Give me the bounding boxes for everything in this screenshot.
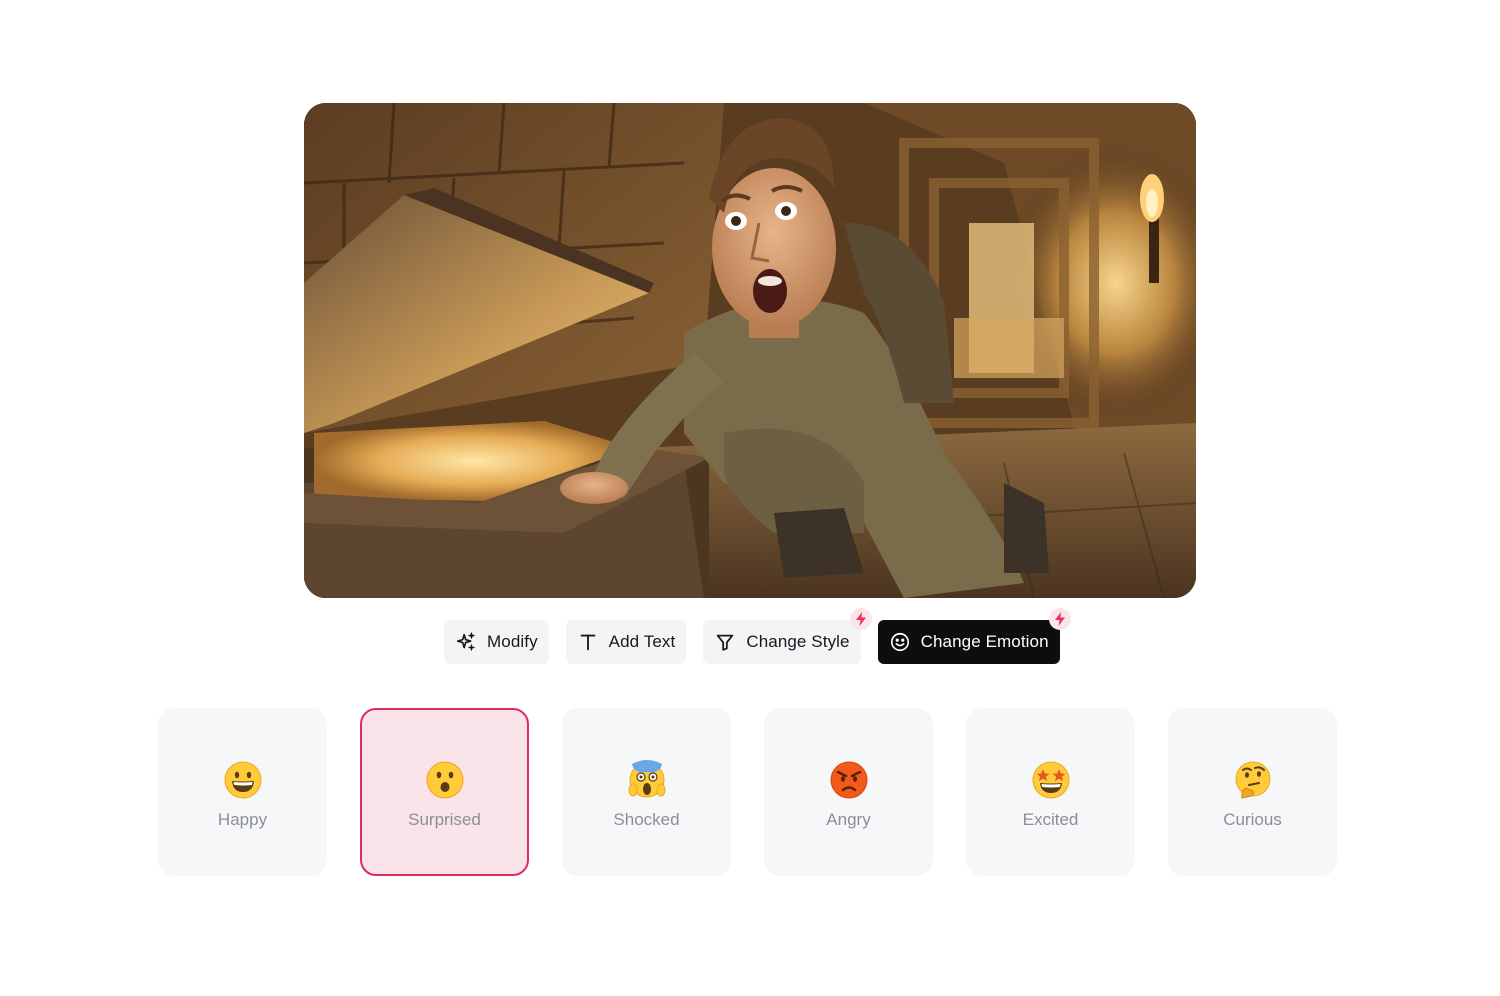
emotion-card-happy[interactable]: Happy [158,708,327,876]
emotion-card-curious[interactable]: Curious [1168,708,1337,876]
star-struck-face-icon [1031,760,1071,800]
add-text-label: Add Text [608,632,676,651]
change-emotion-label: Change Emotion [920,632,1049,651]
lightning-icon [855,612,866,626]
angry-face-icon [829,760,869,800]
pro-badge [849,608,872,630]
change-style-button[interactable]: Change Style [703,608,872,664]
sparkles-icon [455,631,477,653]
smile-icon [889,631,911,653]
edit-toolbar: Modify Add Text Change Style Change Emot… [444,608,1071,664]
tomb-explorer-illustration [304,103,1196,598]
change-emotion-button[interactable]: Change Emotion [877,608,1071,664]
surprised-face-icon [425,760,465,800]
text-icon [577,631,599,653]
modify-button[interactable]: Modify [444,620,549,664]
generated-image [304,103,1196,598]
emotion-card-angry[interactable]: Angry [764,708,933,876]
emotion-label: Angry [826,810,871,829]
emotion-label: Happy [217,810,268,829]
emotion-card-surprised[interactable]: Surprised [360,708,529,876]
thinking-face-icon [1233,760,1273,800]
add-text-button[interactable]: Add Text [565,620,687,664]
emotion-label: Curious [1223,810,1282,829]
emotion-options: Happy Surprised Shocked Angry Excited Cu… [158,708,1337,876]
change-style-label: Change Style [746,632,850,651]
emotion-label: Excited [1022,810,1079,829]
grinning-face-icon [223,760,263,800]
modify-label: Modify [487,632,538,651]
pro-badge [1048,608,1071,630]
screaming-face-icon [627,760,667,800]
emotion-card-excited[interactable]: Excited [966,708,1135,876]
lightning-icon [1054,612,1065,626]
emotion-card-shocked[interactable]: Shocked [562,708,731,876]
emotion-label: Surprised [408,810,481,829]
emotion-label: Shocked [613,810,680,829]
filter-icon [714,631,736,653]
